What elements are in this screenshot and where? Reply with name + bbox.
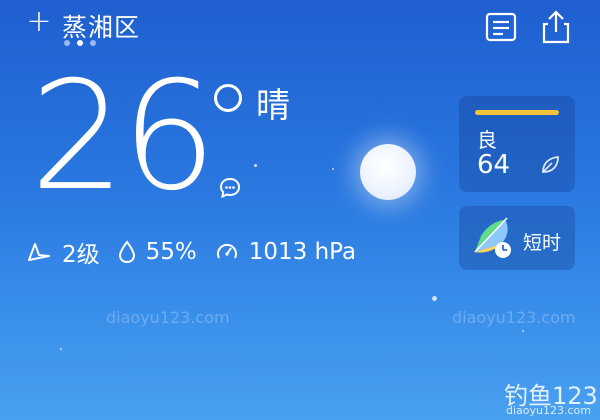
star [432, 296, 437, 301]
share-icon [542, 10, 570, 44]
aqi-value: 64 [477, 150, 511, 180]
star [254, 164, 257, 167]
leaf-icon [542, 155, 559, 173]
star [522, 330, 524, 332]
watermark-text: diaoyu123.com [106, 308, 230, 327]
aqi-level-bar [475, 110, 559, 115]
wind-value: 2级 [62, 242, 100, 268]
wind-icon [28, 243, 50, 261]
pressure-icon [216, 243, 237, 259]
short-term-forecast-card[interactable]: 短时 [459, 206, 575, 270]
list-icon [485, 12, 517, 42]
star [332, 168, 334, 170]
moon-icon [360, 144, 416, 200]
short-term-label: 短时 [523, 232, 562, 254]
aqi-label: 良 [477, 128, 497, 152]
weather-stats: 2级 55% 1013 hPa [26, 232, 374, 272]
temperature: 26 [30, 50, 217, 224]
humidity-value: 55% [145, 239, 197, 265]
pressure-value: 1013 hPa [248, 239, 357, 265]
chat-bubble-icon [219, 177, 241, 199]
pressure-stat: 1013 hPa [215, 239, 356, 265]
humidity-icon [118, 240, 135, 264]
star [60, 348, 62, 350]
city-name[interactable]: 蒸湘区 [62, 8, 140, 44]
share-button[interactable] [539, 8, 573, 46]
wind-stat: 2级 [26, 235, 100, 269]
page-dot [64, 40, 70, 46]
brand-watermark-url: diaoyu123.com [506, 404, 591, 417]
add-city-button[interactable]: + [24, 7, 54, 38]
humidity-stat: 55% [118, 239, 197, 265]
page-dot [90, 40, 96, 46]
page-indicator [64, 40, 96, 46]
umbrella-clock-icon [474, 217, 511, 258]
weather-chat-button[interactable] [218, 176, 242, 200]
degree-symbol [214, 84, 242, 112]
list-button[interactable] [484, 10, 518, 44]
watermark-text: diaoyu123.com [452, 308, 576, 327]
aqi-card[interactable]: 良 64 [459, 96, 575, 192]
page-dot-active [77, 40, 83, 46]
weather-condition: 晴 [256, 86, 290, 126]
